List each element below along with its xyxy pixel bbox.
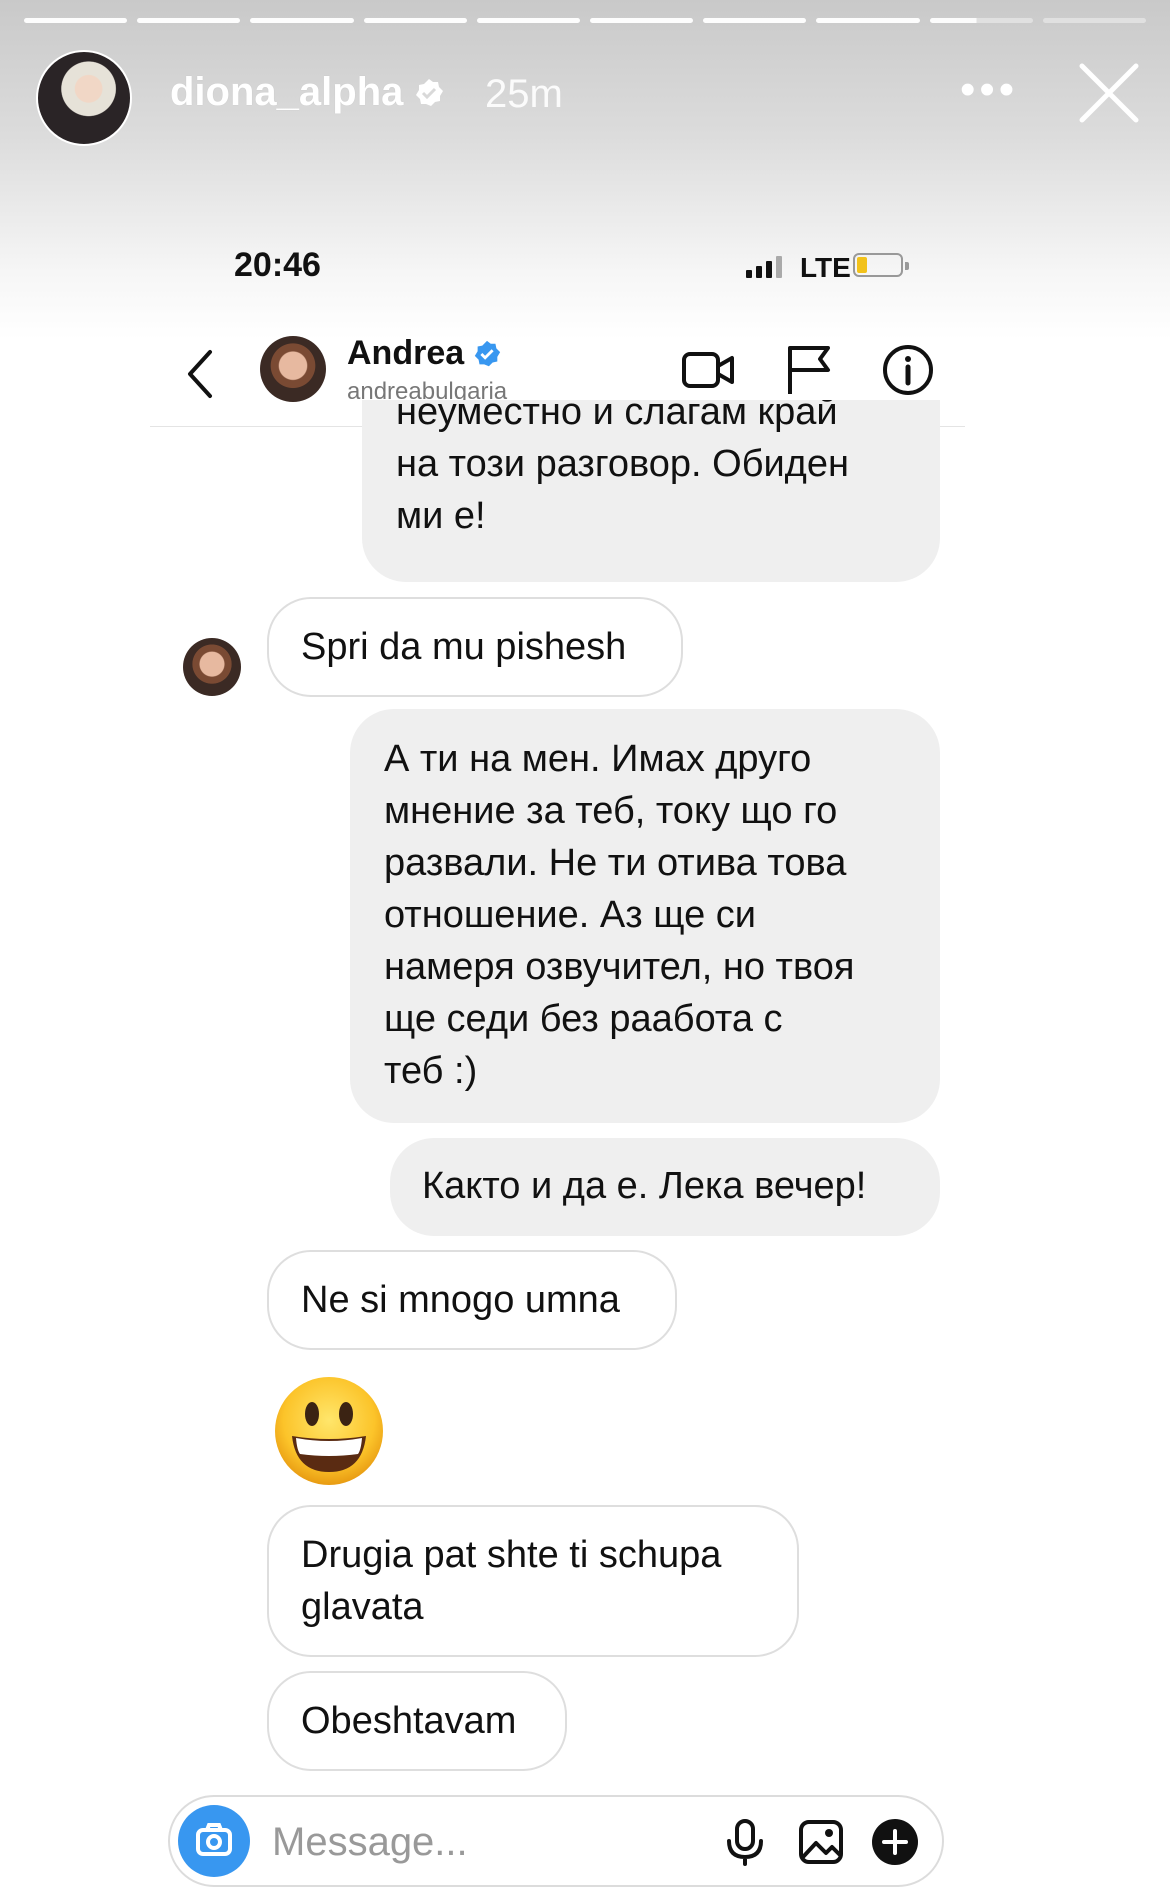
camera-button[interactable] xyxy=(178,1805,250,1877)
story-progress-segment xyxy=(1042,18,1147,23)
story-user-avatar[interactable] xyxy=(36,50,132,146)
close-icon[interactable] xyxy=(1078,62,1140,124)
story-progress-bar xyxy=(24,18,1147,24)
received-message: Drugia pat shte ti schupa glavata xyxy=(267,1505,799,1657)
sent-message: А ти на мен. Имах друго мнение за теб, т… xyxy=(350,709,940,1123)
message-text: Spri da mu pishesh xyxy=(301,626,627,668)
grinning-face-emoji xyxy=(275,1377,383,1485)
back-chevron-icon[interactable] xyxy=(180,344,220,404)
gallery-icon[interactable] xyxy=(796,1817,846,1867)
verified-badge-icon xyxy=(474,340,501,366)
received-message: Obeshtavam xyxy=(267,1671,567,1771)
story-progress-segment xyxy=(816,18,920,23)
story-header-backdrop xyxy=(0,0,1170,340)
received-message: Spri da mu pishesh xyxy=(267,597,683,697)
message-text: Obeshtavam xyxy=(301,1700,517,1742)
sent-message: неуместно и слагам край на този разговор… xyxy=(362,400,940,582)
story-progress-segment xyxy=(363,18,467,23)
video-call-icon[interactable] xyxy=(680,342,736,398)
cell-signal-icon xyxy=(746,254,782,278)
contact-name[interactable]: Andrea xyxy=(347,334,464,373)
plus-icon[interactable] xyxy=(870,1817,920,1867)
story-progress-segment-current xyxy=(929,18,1033,23)
verified-badge-icon xyxy=(416,78,444,106)
received-message: Ne si mnogo umna xyxy=(267,1250,677,1350)
message-text: А ти на мен. Имах друго мнение за теб, т… xyxy=(384,738,855,1092)
status-bar-time: 20:46 xyxy=(234,246,321,284)
flag-icon[interactable] xyxy=(780,342,836,398)
contact-name-row[interactable]: Andrea xyxy=(347,334,502,373)
message-composer xyxy=(168,1795,944,1887)
microphone-icon[interactable] xyxy=(720,1817,770,1867)
more-options-icon[interactable]: ••• xyxy=(960,68,1018,112)
story-progress-segment xyxy=(137,18,241,23)
story-progress-segment xyxy=(24,18,128,23)
contact-avatar[interactable] xyxy=(260,336,326,402)
sender-avatar[interactable] xyxy=(183,638,241,696)
story-username-row[interactable]: diona_alpha xyxy=(170,70,445,115)
message-text: Ne si mnogo umna xyxy=(301,1279,620,1321)
story-progress-segment xyxy=(476,18,581,23)
story-time-ago: 25m xyxy=(485,72,563,116)
network-type: LTE xyxy=(800,252,851,283)
story-username[interactable]: diona_alpha xyxy=(170,70,403,115)
story-progress-segment xyxy=(250,18,354,23)
camera-icon xyxy=(196,1823,232,1856)
info-icon[interactable] xyxy=(880,342,936,398)
story-progress-segment xyxy=(703,18,807,23)
message-input[interactable] xyxy=(270,1811,694,1873)
sent-message: Както и да е. Лека вечер! xyxy=(390,1138,940,1236)
message-text: Drugia pat shte ti schupa glavata xyxy=(301,1534,722,1628)
message-text: Както и да е. Лека вечер! xyxy=(422,1165,867,1207)
story-progress-segment xyxy=(590,18,694,23)
message-text: неуместно и слагам край на този разговор… xyxy=(396,400,849,537)
battery-icon xyxy=(853,253,909,277)
